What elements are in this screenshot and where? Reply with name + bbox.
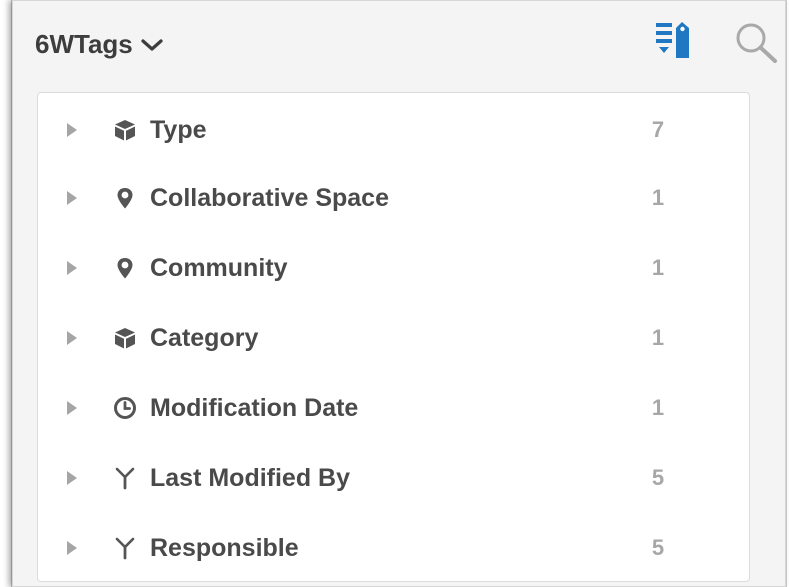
tag-row-community[interactable]: Community 1 <box>38 238 749 298</box>
person-icon <box>115 537 135 560</box>
tag-label: Last Modified By <box>150 463 351 492</box>
caret-right-icon[interactable] <box>66 122 78 138</box>
chevron-down-icon <box>141 38 163 51</box>
tag-row-type[interactable]: Type 7 <box>38 100 749 160</box>
tag-label: Collaborative Space <box>150 183 389 212</box>
tag-count: 1 <box>651 325 665 350</box>
person-icon <box>115 467 135 490</box>
tag-row-modification-date[interactable]: Modification Date 1 <box>38 378 749 438</box>
caret-right-icon[interactable] <box>66 260 78 276</box>
caret-right-icon[interactable] <box>66 470 78 486</box>
location-pin-icon <box>117 258 133 279</box>
tag-label: Modification Date <box>150 393 359 422</box>
search-icon[interactable] <box>733 21 779 63</box>
tag-label: Type <box>150 115 207 144</box>
panel-header: 6WTags <box>13 1 785 85</box>
tag-label: Responsible <box>150 533 299 562</box>
caret-right-icon[interactable] <box>66 330 78 346</box>
tag-label: Category <box>150 323 259 352</box>
clock-icon <box>114 397 136 419</box>
tag-label: Community <box>150 253 288 282</box>
tag-row-category[interactable]: Category 1 <box>38 308 749 368</box>
tags-list: Type 7 Collaborative Space 1 Community 1 <box>37 92 750 582</box>
tag-count: 1 <box>651 185 665 210</box>
caret-right-icon[interactable] <box>66 540 78 556</box>
tag-count: 1 <box>651 395 665 420</box>
tags-dropdown[interactable]: 6WTags <box>35 29 163 60</box>
tag-count: 5 <box>651 465 665 490</box>
tag-row-collaborative-space[interactable]: Collaborative Space 1 <box>38 168 749 228</box>
cube-icon <box>115 328 135 349</box>
tag-row-responsible[interactable]: Responsible 5 <box>38 518 749 578</box>
panel-title: 6WTags <box>35 29 133 59</box>
cube-icon <box>115 120 135 141</box>
caret-right-icon[interactable] <box>66 400 78 416</box>
tag-count: 5 <box>651 535 665 560</box>
caret-right-icon[interactable] <box>66 190 78 206</box>
tag-count: 1 <box>651 255 665 280</box>
tag-count: 7 <box>651 117 665 142</box>
tags-panel: 6WTags Type 7 Collaborative Space 1 Comm… <box>12 0 786 587</box>
tag-row-last-modified-by[interactable]: Last Modified By 5 <box>38 448 749 508</box>
tag-list-icon[interactable] <box>656 20 692 60</box>
location-pin-icon <box>117 188 133 209</box>
